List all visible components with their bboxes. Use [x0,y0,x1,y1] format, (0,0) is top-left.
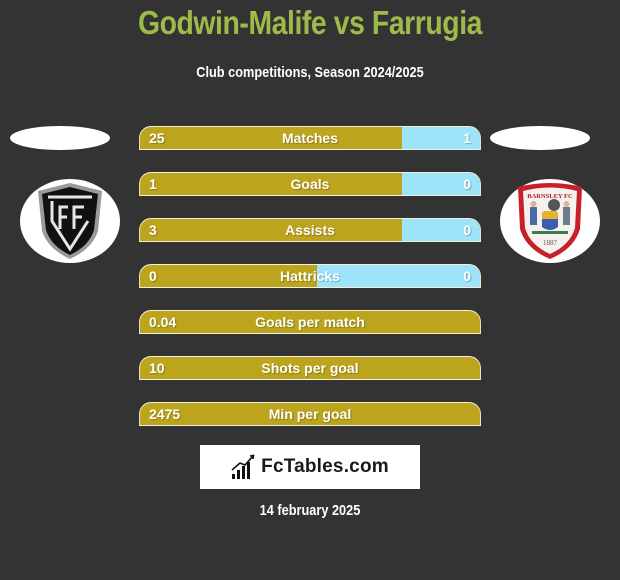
right-value: 0 [463,268,471,284]
left-club-logo [20,179,120,263]
academico-viseu-crest-icon [38,183,102,259]
right-value: 1 [463,130,471,146]
stat-row-goals: 1 Goals 0 [139,172,481,196]
barnsley-fc-crest-icon: BARNSLEY FC 1887 [518,183,582,259]
right-value: 0 [463,222,471,238]
stat-label: Matches [281,130,339,146]
bar-chart-icon [231,454,255,479]
stat-row-hattricks: 0 Hattricks 0 [139,264,481,288]
right-club-logo: BARNSLEY FC 1887 [500,179,600,263]
fctables-brand-badge[interactable]: FcTables.com [200,445,420,489]
stat-label: Shots per goal [261,360,359,376]
svg-text:BARNSLEY FC: BARNSLEY FC [527,193,573,200]
stat-label: Goals [290,176,330,192]
page-title: Godwin-Malife vs Farrugia [137,4,483,41]
stat-label: Hattricks [280,268,340,284]
stat-label: Goals per match [255,314,365,330]
stat-label: Min per goal [268,406,352,422]
page-subtitle: Club competitions, Season 2024/2025 [196,64,424,81]
svg-text:1887: 1887 [543,239,558,247]
right-player-oval [490,126,590,150]
stat-row-min-per-goal: 2475 Min per goal [139,402,481,426]
stat-label: Assists [285,222,335,238]
brand-name: FcTables.com [261,456,389,477]
stat-row-assists: 3 Assists 0 [139,218,481,242]
right-value: 0 [463,176,471,192]
stat-row-goals-per-match: 0.04 Goals per match [139,310,481,334]
stat-row-shots-per-goal: 10 Shots per goal [139,356,481,380]
report-date: 14 february 2025 [259,502,361,519]
stat-row-matches: 25 Matches 1 [139,126,481,150]
left-player-oval [10,126,110,150]
